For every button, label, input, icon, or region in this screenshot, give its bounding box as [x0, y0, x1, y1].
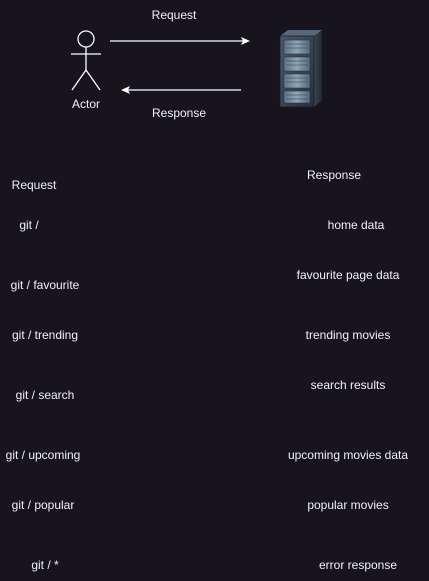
- response-item: error response: [318, 558, 398, 572]
- request-item: git / *: [31, 558, 59, 572]
- actor-icon: [71, 30, 101, 91]
- response-item: popular movies: [307, 498, 389, 512]
- response-column-header: Response: [306, 168, 362, 182]
- request-item: git / search: [15, 388, 75, 402]
- request-arrow: [110, 37, 250, 45]
- request-item: git / popular: [11, 498, 75, 512]
- request-column-header: Request: [11, 178, 57, 192]
- request-item: git / upcoming: [5, 448, 81, 462]
- actor-label: Actor: [71, 97, 101, 111]
- response-item: trending movies: [305, 328, 391, 342]
- response-item: favourite page data: [296, 268, 400, 282]
- request-item: git / trending: [11, 328, 79, 342]
- request-arrow-label: Request: [151, 8, 197, 22]
- request-item: git /: [19, 218, 39, 232]
- server-rack-icon: [279, 30, 322, 108]
- response-item: home data: [327, 218, 385, 232]
- response-item: search results: [310, 378, 386, 392]
- response-arrow: [121, 86, 241, 94]
- request-item: git / favourite: [10, 278, 80, 292]
- response-arrow-label: Response: [151, 106, 207, 120]
- response-item: upcoming movies data: [287, 448, 409, 462]
